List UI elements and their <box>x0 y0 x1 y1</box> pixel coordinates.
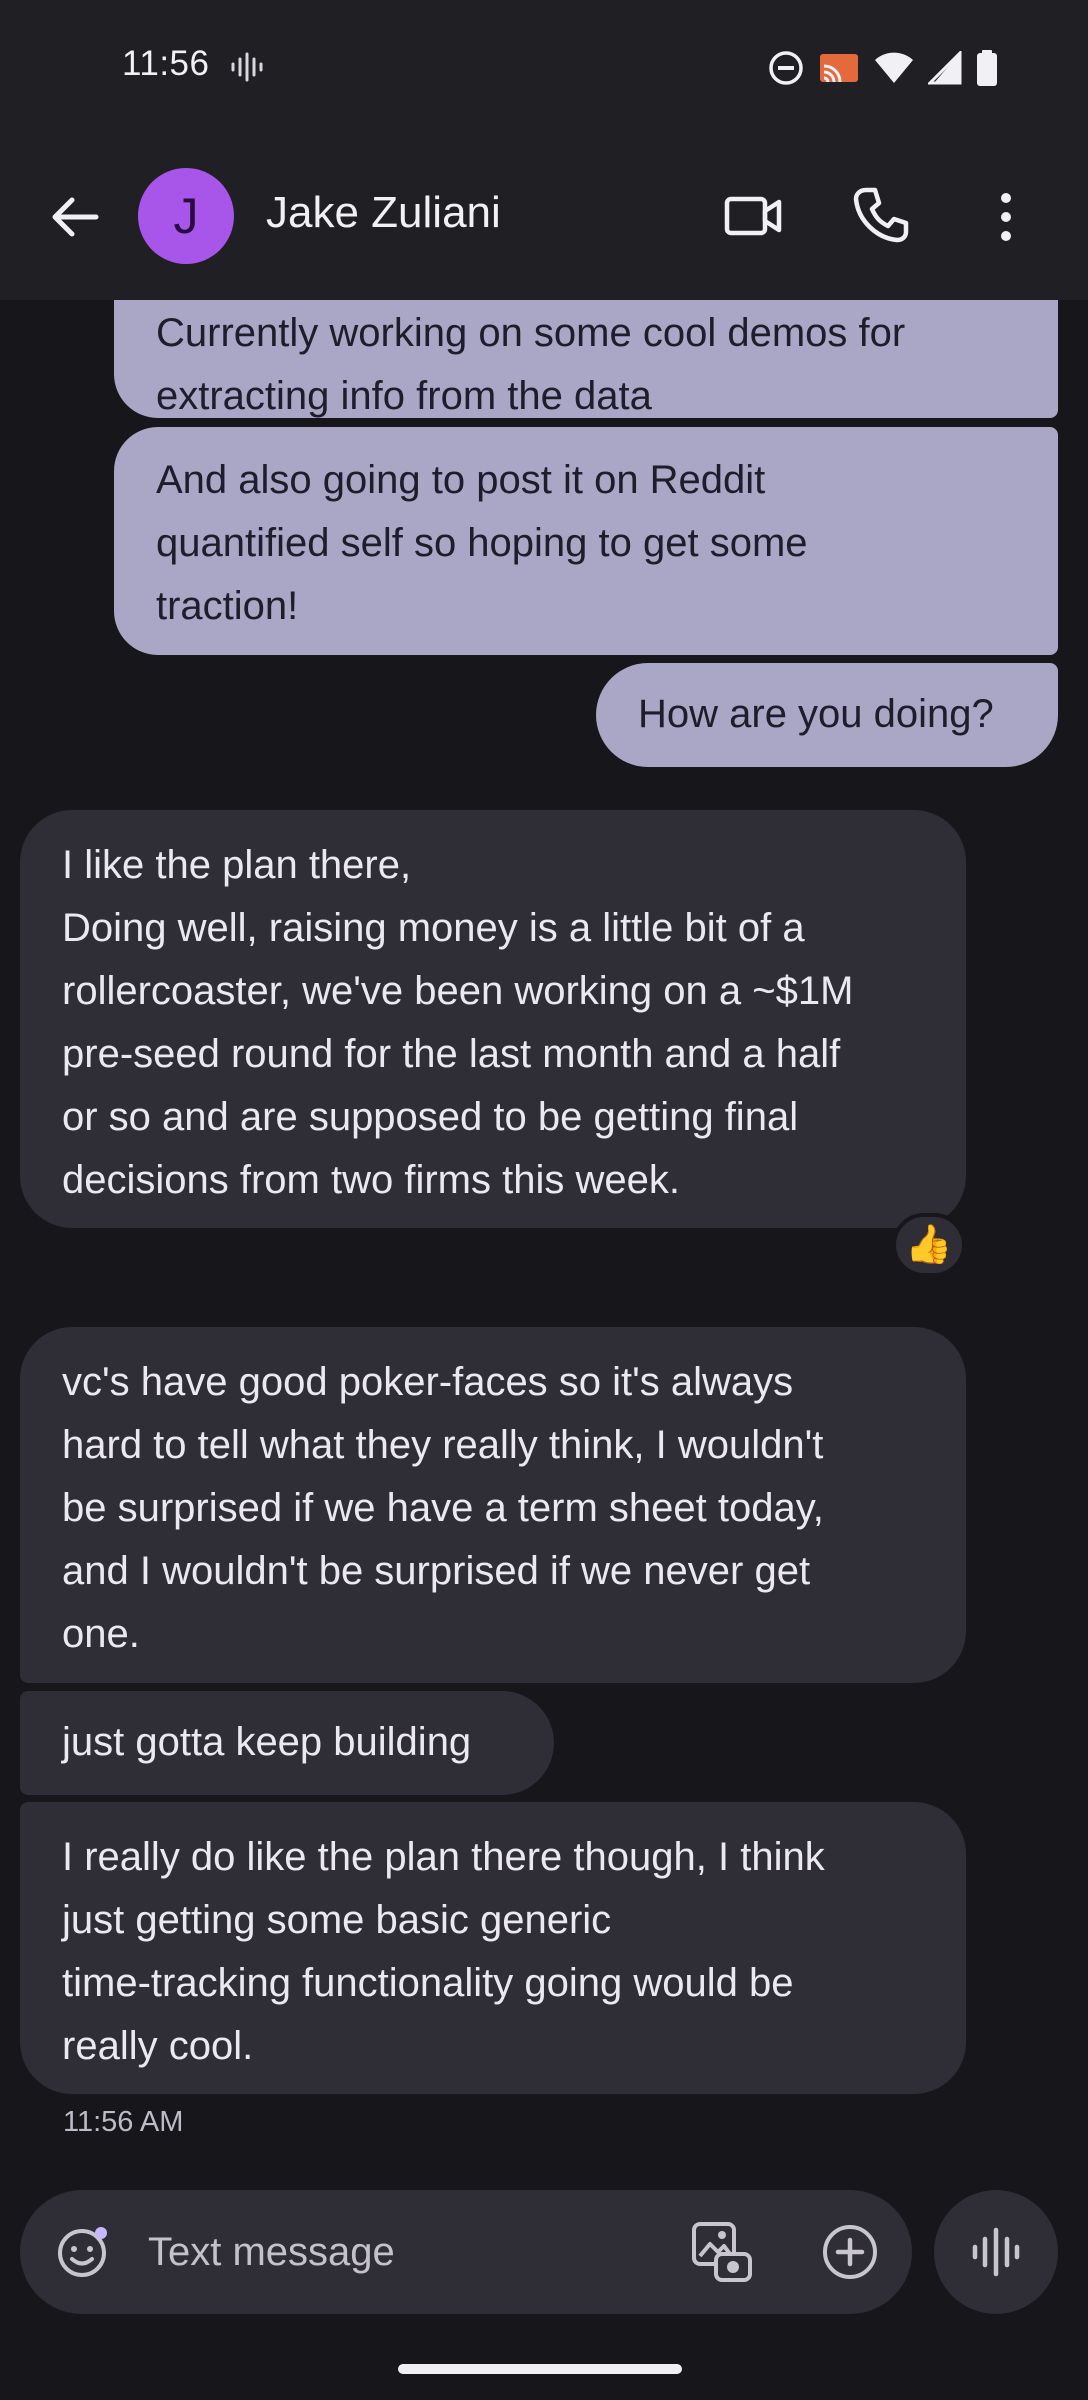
battery-icon <box>977 50 997 86</box>
phone-call-button[interactable] <box>852 186 910 244</box>
add-attachment-button[interactable] <box>820 2222 880 2282</box>
status-time: 11:56 <box>122 44 210 83</box>
cellular-signal-icon <box>928 51 962 85</box>
message-timestamp: 11:56 AM <box>63 2106 184 2138</box>
incoming-message[interactable]: vc's have good poker-faces so it's alway… <box>20 1327 966 1683</box>
reaction-badge[interactable]: 👍 <box>892 1213 966 1277</box>
contact-name[interactable]: Jake Zuliani <box>266 188 501 238</box>
message-list[interactable]: Currently working on some cool demos for… <box>0 300 1088 2180</box>
outgoing-message[interactable]: And also going to post it on Reddit quan… <box>114 427 1058 655</box>
message-input[interactable] <box>146 2214 666 2290</box>
sound-wave-icon <box>231 52 263 82</box>
gallery-button[interactable] <box>690 2220 754 2284</box>
wifi-icon <box>875 52 913 83</box>
voice-message-button[interactable] <box>934 2190 1058 2314</box>
compose-bar <box>20 2190 912 2314</box>
avatar[interactable]: J <box>138 168 234 264</box>
cast-icon <box>820 54 858 83</box>
status-icons <box>768 48 998 88</box>
incoming-message[interactable]: I like the plan there, Doing well, raisi… <box>20 810 966 1228</box>
video-call-button[interactable] <box>724 190 782 244</box>
status-bar: 11:56 <box>0 0 1088 130</box>
emoji-button[interactable] <box>56 2224 112 2280</box>
voice-wave-icon <box>972 2227 1020 2277</box>
more-options-button[interactable] <box>988 188 1024 246</box>
conversation-header: J Jake Zuliani <box>0 130 1088 300</box>
incoming-message[interactable]: just gotta keep building <box>20 1691 554 1795</box>
outgoing-message[interactable]: Currently working on some cool demos for… <box>114 300 1058 418</box>
incoming-message[interactable]: I really do like the plan there though, … <box>20 1802 966 2094</box>
do-not-disturb-icon <box>769 51 803 85</box>
back-button[interactable] <box>46 188 104 246</box>
home-indicator[interactable] <box>398 2364 682 2374</box>
outgoing-message[interactable]: How are you doing? <box>596 663 1058 767</box>
